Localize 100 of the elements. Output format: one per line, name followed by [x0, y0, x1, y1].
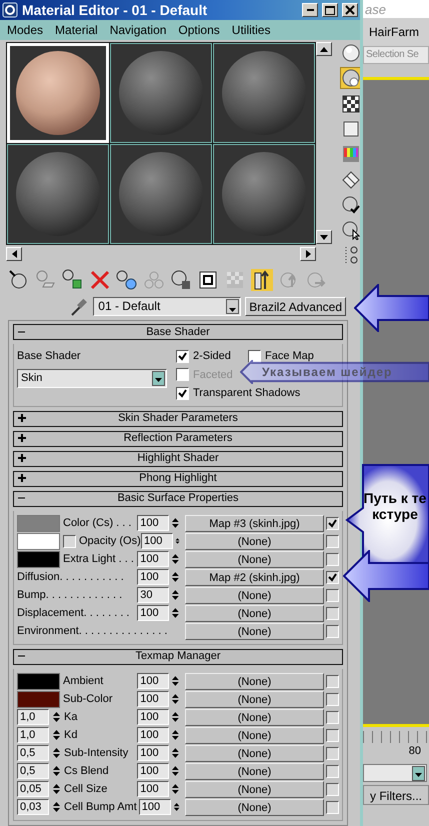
- sample-slot[interactable]: [110, 144, 212, 244]
- maximize-button[interactable]: [322, 3, 338, 17]
- map-button[interactable]: (None): [185, 604, 324, 622]
- map-button[interactable]: Map #3 (skinh.jpg): [185, 514, 324, 532]
- rollout-header[interactable]: Skin Shader Parameters: [13, 410, 343, 426]
- checkbox[interactable]: [326, 692, 339, 706]
- end-result-button[interactable]: [251, 269, 273, 291]
- sample-slot[interactable]: [213, 43, 315, 143]
- checkbox[interactable]: [326, 746, 339, 760]
- sphere-check-button[interactable]: [340, 194, 360, 216]
- library-button[interactable]: [170, 269, 192, 291]
- rollout-header[interactable]: Texmap Manager: [13, 648, 343, 664]
- value-field[interactable]: 0,5: [17, 745, 49, 761]
- checkbox[interactable]: [326, 728, 339, 742]
- copy-material-button[interactable]: [116, 269, 138, 291]
- rollout-header[interactable]: Basic Surface Properties: [13, 490, 343, 506]
- color-swatch[interactable]: [17, 690, 60, 708]
- checkbox[interactable]: [326, 764, 339, 778]
- map-button[interactable]: (None): [185, 672, 324, 690]
- value-field[interactable]: 0,03: [17, 799, 49, 815]
- minimize-button[interactable]: [302, 3, 318, 17]
- checkbox[interactable]: [326, 674, 339, 688]
- color-swatch[interactable]: [17, 514, 60, 532]
- map-button[interactable]: (None): [185, 586, 324, 604]
- checkbox[interactable]: [326, 606, 339, 620]
- menu-item[interactable]: Modes: [7, 21, 44, 39]
- amount-field[interactable]: 100: [137, 605, 170, 621]
- amount-field[interactable]: 100: [141, 533, 173, 549]
- amount-field[interactable]: 100: [137, 781, 170, 797]
- material-name-field[interactable]: 01 - Default: [93, 296, 242, 316]
- amount-field[interactable]: 100: [137, 551, 170, 567]
- map-button[interactable]: (None): [185, 726, 324, 744]
- amount-field[interactable]: 30: [137, 587, 170, 603]
- amount-field[interactable]: 100: [137, 515, 170, 531]
- checkbox[interactable]: [248, 350, 261, 363]
- menu-item[interactable]: Utilities: [232, 21, 270, 39]
- value-field[interactable]: 1,0: [17, 727, 49, 743]
- checkbox-label[interactable]: Transparent Shadows: [193, 385, 300, 402]
- map-button[interactable]: (None): [185, 762, 324, 780]
- map-button[interactable]: (None): [185, 798, 324, 816]
- amount-field[interactable]: 100: [137, 763, 170, 779]
- checkbox[interactable]: [326, 710, 339, 724]
- scroll-up-button[interactable]: [316, 42, 332, 56]
- dropdown-button[interactable]: [412, 766, 426, 780]
- checkbox[interactable]: [326, 782, 339, 796]
- color-swatch[interactable]: [17, 672, 60, 690]
- map-button[interactable]: (None): [185, 532, 324, 550]
- checkbox[interactable]: [326, 552, 339, 566]
- checkbox[interactable]: [326, 800, 339, 814]
- sphere-button[interactable]: [340, 67, 360, 90]
- sample-slot[interactable]: [213, 144, 315, 244]
- color-swatch[interactable]: [17, 550, 60, 568]
- shader-dropdown[interactable]: Skin: [17, 368, 167, 388]
- rollout-header[interactable]: Highlight Shader: [13, 450, 343, 466]
- eyedropper-icon[interactable]: [69, 296, 90, 316]
- amount-field[interactable]: 100: [137, 745, 170, 761]
- close-button[interactable]: [342, 3, 358, 17]
- sample-slot[interactable]: [110, 43, 212, 143]
- amount-field[interactable]: 100: [137, 691, 170, 707]
- amount-field[interactable]: 100: [137, 727, 170, 743]
- sphere-cursor-button[interactable]: [340, 220, 360, 241]
- map-button[interactable]: (None): [185, 708, 324, 726]
- delete-button[interactable]: [89, 269, 111, 291]
- dropdown-button[interactable]: [152, 370, 165, 386]
- amount-field[interactable]: 100: [137, 709, 170, 725]
- menu-item[interactable]: Navigation: [110, 21, 166, 39]
- checkbox[interactable]: [326, 588, 339, 602]
- rollout-header[interactable]: Base Shader: [13, 324, 343, 340]
- checkbox[interactable]: [326, 624, 339, 638]
- scroll-right-button[interactable]: [300, 247, 316, 261]
- scroll-down-button[interactable]: [316, 230, 332, 244]
- checkbox-label[interactable]: Face Map: [265, 348, 314, 364]
- menu-item[interactable]: Material: [55, 21, 98, 39]
- checkbox[interactable]: [176, 350, 189, 363]
- checkbox[interactable]: [326, 570, 339, 584]
- map-button[interactable]: (None): [185, 622, 324, 640]
- checkbox[interactable]: [63, 534, 76, 548]
- checkbox-label[interactable]: 2-Sided: [193, 348, 231, 364]
- map-button[interactable]: (None): [185, 690, 324, 708]
- map-button[interactable]: Map #2 (skinh.jpg): [185, 568, 324, 586]
- checkbox[interactable]: [326, 534, 339, 548]
- assign-material-button[interactable]: [62, 269, 84, 291]
- diamond-button[interactable]: [340, 169, 360, 190]
- checkbox[interactable]: [176, 386, 189, 400]
- map-button[interactable]: (None): [185, 780, 324, 798]
- dropdown-button[interactable]: [226, 298, 240, 314]
- value-field[interactable]: 1,0: [17, 709, 49, 725]
- checkbox[interactable]: [326, 516, 339, 530]
- map-button[interactable]: (None): [185, 744, 324, 762]
- map-button[interactable]: (None): [185, 550, 324, 568]
- amount-field[interactable]: 100: [137, 569, 170, 585]
- checker-button[interactable]: [340, 93, 360, 114]
- amount-field[interactable]: 100: [137, 673, 170, 689]
- value-field[interactable]: 0,5: [17, 763, 49, 779]
- rollout-header[interactable]: Reflection Parameters: [13, 430, 343, 446]
- rollout-header[interactable]: Phong Highlight: [13, 470, 343, 486]
- value-field[interactable]: 0,05: [17, 781, 49, 797]
- sample-slot[interactable]: [7, 144, 109, 244]
- color-swatch[interactable]: [17, 532, 60, 550]
- menu-item[interactable]: Options: [178, 21, 220, 39]
